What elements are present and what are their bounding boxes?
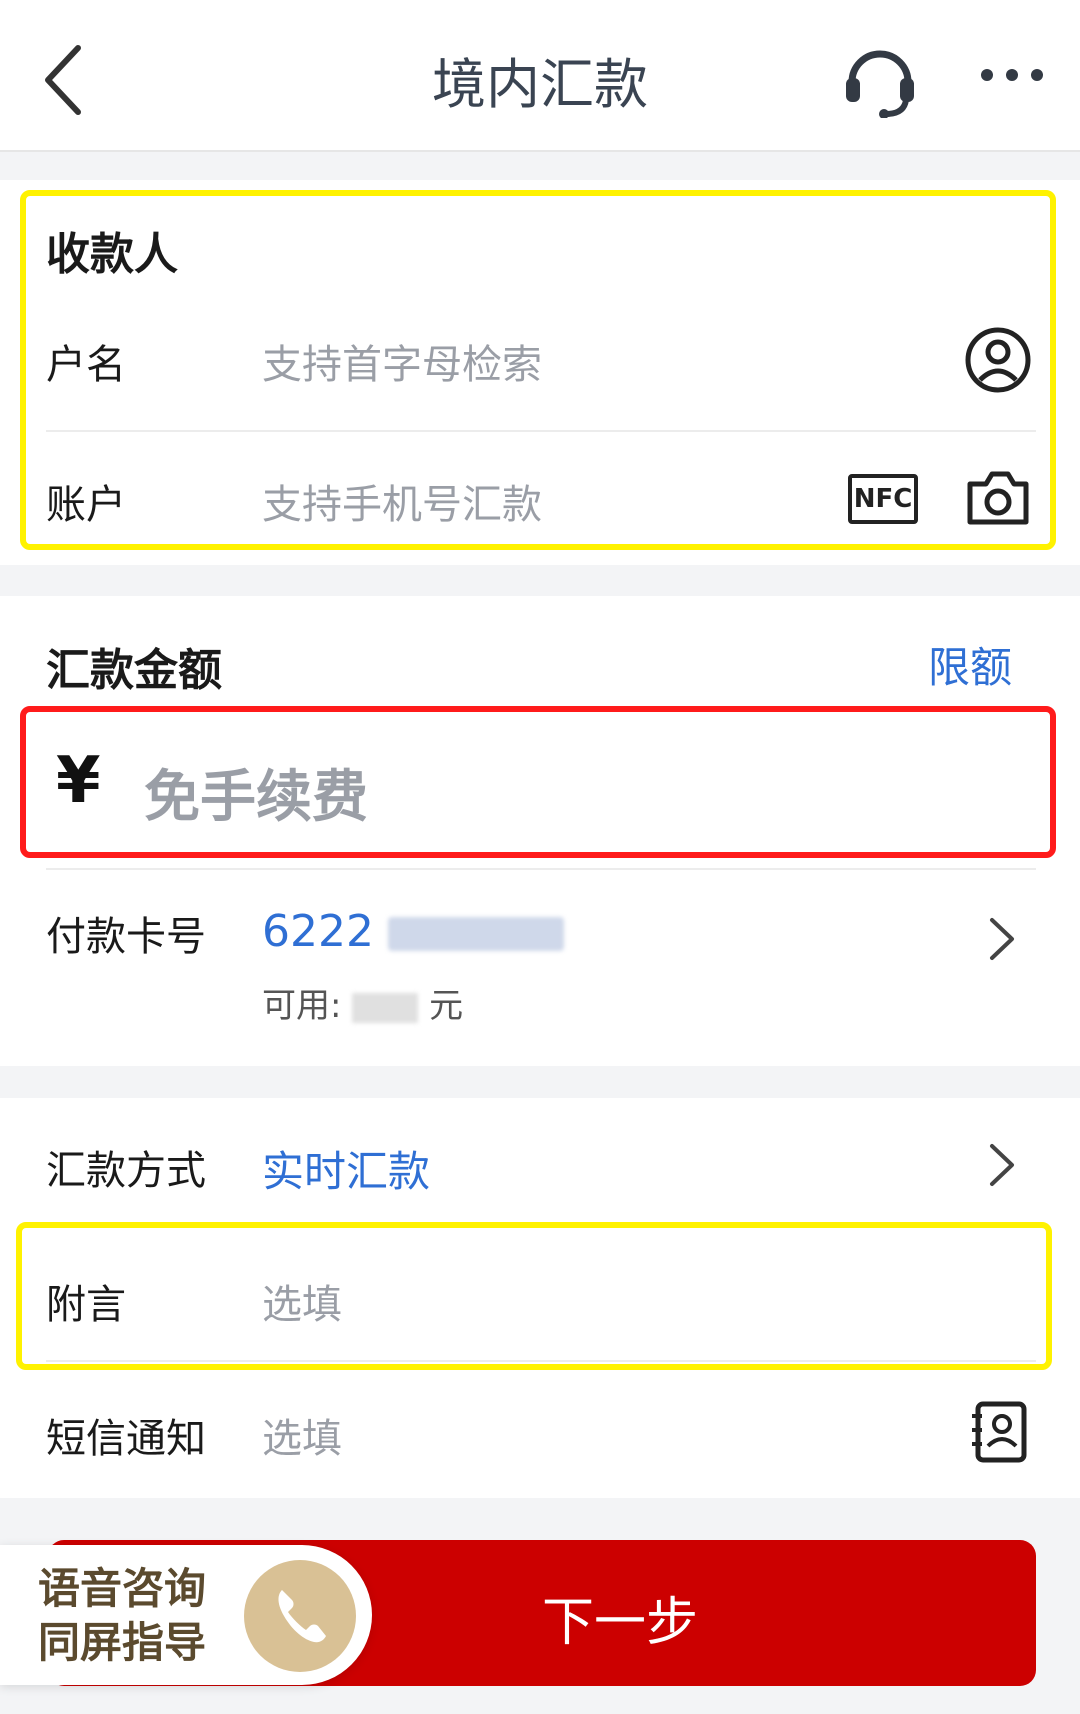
payment-card-number: 6222 (262, 906, 564, 957)
phone-call-button[interactable] (244, 1560, 356, 1672)
sms-contact-button[interactable] (970, 1400, 1030, 1464)
customer-service-button[interactable] (840, 38, 920, 119)
more-dots-icon (981, 69, 1043, 81)
sms-input[interactable]: 选填 (262, 1406, 342, 1464)
method-chevron (982, 1140, 1022, 1190)
payment-card-label: 付款卡号 (46, 914, 206, 960)
sms-label: 短信通知 (46, 1416, 206, 1462)
method-value: 实时汇款 (262, 1147, 431, 1196)
next-step-label: 下一步 (541, 1593, 698, 1653)
available-masked (352, 992, 419, 1023)
payee-highlight-box (20, 190, 1056, 550)
available-suffix: 元 (429, 986, 464, 1026)
amount-input[interactable]: 免手续费 (144, 752, 368, 833)
contact-book-icon (972, 1401, 1027, 1463)
available-prefix: 可用: (262, 986, 342, 1026)
method-label: 汇款方式 (46, 1148, 206, 1194)
available-balance: 可用: 元 (262, 978, 463, 1027)
voice-help-line1: 语音咨询 (38, 1564, 207, 1613)
payment-card-chevron (982, 914, 1022, 964)
more-menu-button[interactable] (975, 60, 1055, 90)
amount-section-title: 汇款金额 (46, 645, 222, 696)
headset-icon (846, 50, 914, 119)
currency-symbol: ¥ (56, 744, 101, 818)
limit-link[interactable]: 限额 (928, 634, 1012, 695)
voice-help-line2: 同屏指导 (38, 1618, 207, 1667)
note-highlight-box (16, 1222, 1052, 1370)
phone-icon (278, 1590, 326, 1643)
chevron-right-icon (990, 918, 1014, 960)
amount-divider (46, 868, 1036, 870)
card-number-prefix: 6222 (262, 906, 374, 957)
card-number-masked (387, 917, 564, 951)
chevron-right-icon (990, 1144, 1014, 1186)
voice-help-text: 语音咨询 同屏指导 (38, 1562, 238, 1670)
